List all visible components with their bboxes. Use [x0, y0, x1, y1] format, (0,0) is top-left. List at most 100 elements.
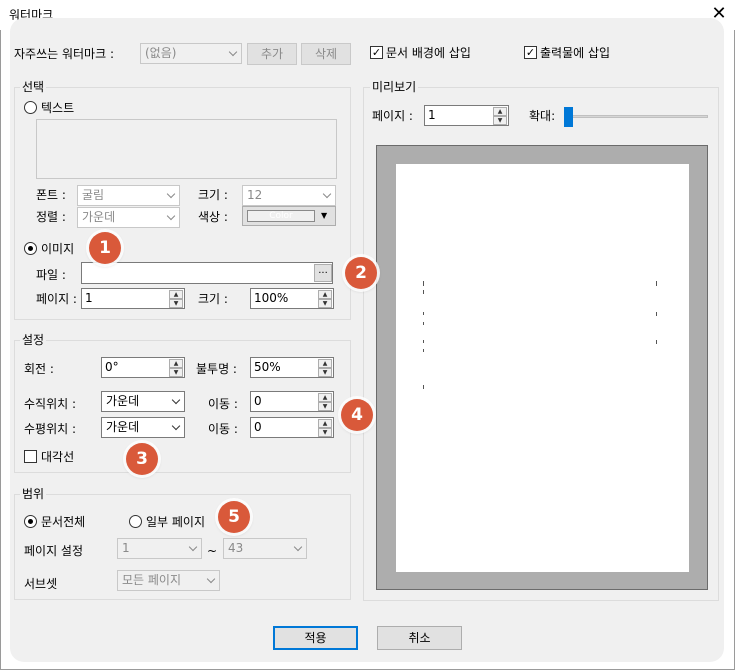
spin-up-icon[interactable]: ▲ [318, 393, 332, 402]
vertical-position-label: 수직위치 : [24, 397, 77, 411]
vertical-position-value: 가운데 [106, 394, 140, 408]
preview-page-spinner[interactable]: 1 ▲ ▼ [424, 105, 509, 126]
preview-canvas [376, 145, 708, 590]
image-radio-label: 이미지 [41, 242, 75, 256]
file-label: 파일 : [36, 268, 66, 282]
callout-badge: 1 [89, 232, 121, 264]
font-value: 굴림 [82, 188, 105, 202]
vertical-position-select[interactable]: 가운데 [101, 391, 185, 412]
preview-page-label: 페이지 : [372, 109, 413, 123]
range-group-title: 범위 [20, 487, 47, 501]
all-pages-label: 문서전체 [41, 515, 86, 529]
some-pages-radio[interactable] [129, 515, 142, 528]
rotation-value: 0° [105, 360, 119, 374]
callout-badge: 4 [341, 399, 373, 431]
chevron-down-icon [171, 421, 181, 431]
chevron-down-icon [293, 542, 303, 552]
preview-text-mark [423, 281, 424, 286]
horizontal-position-select[interactable]: 가운데 [101, 417, 185, 438]
spin-down-icon[interactable]: ▼ [318, 402, 332, 411]
color-label: 색상 : [198, 210, 228, 224]
align-select[interactable]: 가운데 [77, 207, 180, 228]
scale-spinner[interactable]: 100% ▲ ▼ [250, 288, 334, 309]
spin-up-icon[interactable]: ▲ [493, 107, 507, 116]
spin-up-icon[interactable]: ▲ [318, 290, 332, 299]
preview-text-mark [656, 281, 657, 286]
vertical-move-label: 이동 : [208, 397, 238, 411]
color-swatch: Color [247, 210, 315, 222]
font-label: 폰트 : [36, 188, 66, 202]
range-tilde: ~ [207, 544, 218, 558]
page-label: 페이지 : [36, 292, 77, 306]
chevron-down-icon [206, 574, 216, 584]
chevron-down-icon [322, 189, 332, 199]
page-spinner[interactable]: 1 ▲ ▼ [81, 288, 185, 309]
from-page-value: 1 [122, 541, 130, 555]
text-radio-label: 텍스트 [41, 101, 75, 115]
chevron-down-icon [188, 542, 198, 552]
chevron-down-icon [166, 211, 176, 221]
preview-page-value: 1 [428, 108, 436, 122]
preview-text-mark [423, 290, 424, 294]
to-page-value: 43 [228, 541, 244, 555]
spin-down-icon[interactable]: ▼ [169, 368, 183, 377]
apply-button[interactable]: 적용 [273, 626, 358, 650]
spin-up-icon[interactable]: ▲ [169, 359, 183, 368]
spin-up-icon[interactable]: ▲ [318, 359, 332, 368]
subset-value: 모든 페이지 [122, 573, 182, 587]
insert-output-checkbox[interactable]: ✓ [524, 46, 537, 59]
delete-button[interactable]: 삭제 [301, 43, 351, 65]
zoom-slider-thumb[interactable] [564, 107, 573, 127]
size-value: 12 [247, 188, 263, 202]
vertical-move-spinner[interactable]: 0 ▲ ▼ [250, 391, 334, 412]
diagonal-checkbox[interactable] [24, 450, 37, 463]
text-radio[interactable] [24, 101, 37, 114]
rotation-label: 회전 : [24, 362, 54, 376]
add-button[interactable]: 추가 [247, 43, 297, 65]
horizontal-move-value: 0 [254, 420, 262, 434]
frequent-watermark-value: (없음) [145, 46, 177, 60]
horizontal-move-label: 이동 : [208, 422, 238, 436]
color-picker[interactable]: Color ▼ [242, 206, 336, 226]
preview-text-mark [423, 312, 424, 315]
browse-button[interactable]: ... [314, 264, 332, 282]
rotation-spinner[interactable]: 0° ▲ ▼ [101, 357, 185, 378]
callout-badge: 5 [218, 501, 250, 533]
horizontal-move-spinner[interactable]: 0 ▲ ▼ [250, 417, 334, 438]
align-label: 정렬 : [36, 210, 66, 224]
preview-text-mark [423, 349, 424, 352]
spin-up-icon[interactable]: ▲ [318, 419, 332, 428]
page-value: 1 [85, 291, 93, 305]
spin-down-icon[interactable]: ▼ [493, 116, 507, 125]
spin-up-icon[interactable]: ▲ [169, 290, 183, 299]
file-path-input[interactable] [81, 262, 333, 284]
opacity-value: 50% [254, 360, 281, 374]
frequent-watermark-label: 자주쓰는 워터마크 : [14, 47, 114, 61]
frequent-watermark-select[interactable]: (없음) [140, 43, 242, 64]
image-radio[interactable] [24, 242, 37, 255]
spin-down-icon[interactable]: ▼ [318, 428, 332, 437]
opacity-spinner[interactable]: 50% ▲ ▼ [250, 357, 334, 378]
spin-down-icon[interactable]: ▼ [318, 368, 332, 377]
horizontal-position-label: 수평위치 : [24, 422, 77, 436]
cancel-button[interactable]: 취소 [377, 626, 462, 650]
chevron-down-icon [166, 189, 176, 199]
chevron-down-icon [228, 47, 238, 57]
size-select[interactable]: 12 [242, 185, 336, 206]
watermark-text-area[interactable] [36, 119, 337, 179]
font-select[interactable]: 굴림 [77, 185, 180, 206]
from-page-select[interactable]: 1 [117, 538, 202, 559]
spin-down-icon[interactable]: ▼ [318, 299, 332, 308]
opacity-label: 불투명 : [196, 362, 237, 376]
some-pages-label: 일부 페이지 [146, 515, 206, 529]
callout-badge: 3 [126, 443, 158, 475]
preview-text-mark [423, 385, 424, 389]
zoom-label: 확대: [529, 109, 556, 123]
vertical-move-value: 0 [254, 394, 262, 408]
to-page-select[interactable]: 43 [223, 538, 307, 559]
subset-select[interactable]: 모든 페이지 [117, 570, 220, 591]
insert-background-checkbox[interactable]: ✓ [370, 46, 383, 59]
zoom-slider-track[interactable] [564, 115, 708, 118]
spin-down-icon[interactable]: ▼ [169, 299, 183, 308]
all-pages-radio[interactable] [24, 515, 37, 528]
